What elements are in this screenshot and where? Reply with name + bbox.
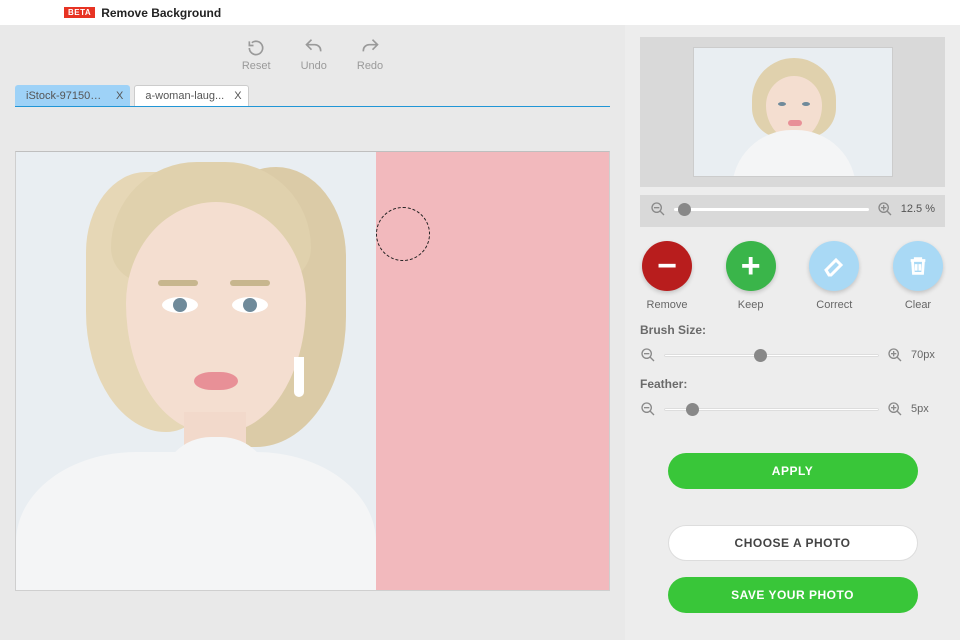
preview-image [693, 47, 893, 177]
redo-icon [359, 38, 381, 58]
close-icon[interactable]: X [234, 90, 241, 102]
save-photo-button[interactable]: SAVE YOUR PHOTO [668, 577, 918, 613]
tool-label: Remove [647, 299, 688, 311]
tool-label: Clear [905, 299, 931, 311]
editor-canvas[interactable] [15, 151, 610, 591]
undo-icon [303, 38, 325, 58]
eraser-icon [822, 254, 846, 278]
brush-size-value: 70px [911, 349, 945, 361]
feather-label: Feather: [640, 377, 945, 391]
tab-file-0[interactable]: iStock-9715081... X [15, 85, 130, 106]
minus-icon: − [657, 249, 677, 283]
zoom-slider[interactable] [674, 208, 869, 211]
feather-value: 5px [911, 403, 945, 415]
subject-image [16, 152, 376, 591]
close-icon[interactable]: X [116, 90, 123, 102]
undo-button[interactable]: Undo [301, 38, 327, 72]
zoom-in-icon[interactable] [877, 201, 893, 217]
correct-tool[interactable]: Correct [809, 241, 859, 311]
tool-label: Keep [738, 299, 764, 311]
reset-icon [245, 38, 267, 58]
tab-label: iStock-9715081... [26, 90, 106, 102]
brush-tool-grid: − Remove + Keep Correct Clear [640, 235, 945, 311]
history-toolbar: Reset Undo Redo [15, 25, 610, 85]
keep-tool[interactable]: + Keep [726, 241, 776, 311]
tab-file-1[interactable]: a-woman-laug... X [134, 85, 248, 106]
zoom-out-icon[interactable] [650, 201, 666, 217]
choose-photo-button[interactable]: CHOOSE A PHOTO [668, 525, 918, 561]
zoom-in-icon[interactable] [887, 401, 903, 417]
zoom-out-icon[interactable] [640, 401, 656, 417]
undo-label: Undo [301, 60, 327, 72]
top-bar: BETA Remove Background [0, 0, 960, 25]
redo-label: Redo [357, 60, 383, 72]
brush-size-control: 70px [640, 345, 945, 365]
apply-button[interactable]: APPLY [668, 453, 918, 489]
zoom-in-icon[interactable] [887, 347, 903, 363]
clear-tool[interactable]: Clear [893, 241, 943, 311]
feather-slider[interactable] [664, 408, 879, 411]
beta-badge: BETA [64, 7, 95, 18]
remove-tool[interactable]: − Remove [642, 241, 692, 311]
brush-size-slider[interactable] [664, 354, 879, 357]
reset-button[interactable]: Reset [242, 38, 271, 72]
zoom-value: 12.5 % [901, 203, 935, 215]
preview-panel [640, 37, 945, 187]
trash-icon [907, 255, 929, 277]
brush-cursor-icon [376, 207, 430, 261]
zoom-control: 12.5 % [640, 195, 945, 227]
zoom-out-icon[interactable] [640, 347, 656, 363]
tab-label: a-woman-laug... [145, 90, 224, 102]
tool-label: Correct [816, 299, 852, 311]
file-tabs: iStock-9715081... X a-woman-laug... X [15, 85, 610, 107]
page-title: Remove Background [101, 6, 221, 20]
reset-label: Reset [242, 60, 271, 72]
brush-size-label: Brush Size: [640, 323, 945, 337]
redo-button[interactable]: Redo [357, 38, 383, 72]
plus-icon: + [741, 249, 761, 283]
feather-control: 5px [640, 399, 945, 419]
